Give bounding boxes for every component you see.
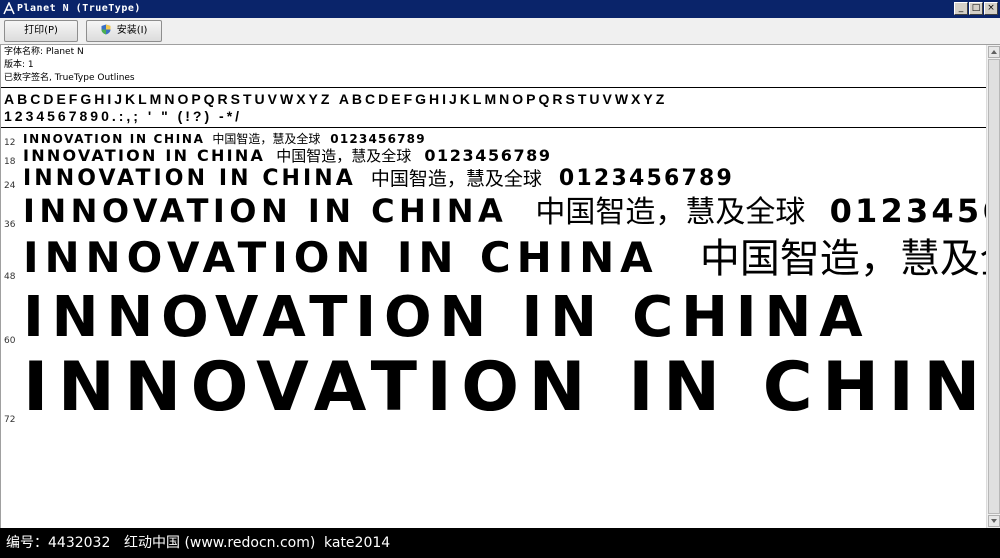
sample-english-72: INNOVATION IN CHINA [23,348,986,427]
sample-chinese-12: 中国智造，慧及全球 [212,132,321,146]
maximize-button[interactable]: □ [969,2,983,15]
window-title: Planet N (TrueType) [17,3,141,14]
vertical-scrollbar[interactable] [986,45,1000,528]
minimize-button[interactable]: _ [954,2,968,15]
print-button[interactable]: 打印(P) [4,20,78,42]
sample-english-48: INNOVATION IN CHINA [23,233,659,282]
sample-numbers-12: 0123456789 [330,132,426,146]
sample-chinese-36: 中国智造，慧及全球 [535,195,806,230]
sample-numbers-36: 0123456789 [829,192,986,230]
scroll-up-arrow-icon[interactable] [988,46,1000,58]
sample-english-36: INNOVATION IN CHINA [23,192,508,230]
close-button[interactable]: × [984,2,998,15]
font-name-text: 字体名称: Planet N [4,47,84,57]
watermark-bar: 编号：4432032 红动中国 (www.redocn.com) kate201… [0,528,1000,558]
font-file-icon [3,2,15,15]
sample-row-48: INNOVATION IN CHINA 中国智造，慧及全球 [23,233,986,284]
watermark-author: kate2014 [324,535,391,551]
size-label-60: 60 [4,336,16,346]
size-label-12: 12 [4,138,16,148]
font-viewer-window: Planet N (TrueType) _ □ × 打印(P) 安装(I) 字体… [0,0,1000,528]
shield-icon [101,24,111,35]
scroll-thumb[interactable] [988,59,1000,514]
version-text: 版本: 1 [4,60,34,70]
install-button-label: 安装(I) [116,25,148,36]
size-label-18: 18 [4,157,16,167]
divider-top [1,87,986,88]
charset-line-1: ABCDEFGHIJKLMNOPQRSTUVWXYZ ABCDEFGHIJKLM… [4,91,668,107]
size-label-36: 36 [4,220,16,230]
title-bar: Planet N (TrueType) _ □ × [0,0,1000,18]
sample-numbers-24: 0123456789 [558,166,734,191]
watermark-site: 红动中国 (www.redocn.com) [124,535,316,551]
signature-text: 已数字签名, TrueType Outlines [4,73,135,83]
charset-line-2: 1234567890.:,; ' " (!?) -*/ [4,108,243,124]
scroll-down-arrow-icon[interactable] [988,515,1000,527]
sample-english-60: INNOVATION IN CHINA [23,285,871,350]
size-label-24: 24 [4,181,16,191]
sample-row-72: INNOVATION IN CHINA [23,350,986,426]
toolbar: 打印(P) 安装(I) [0,18,1000,45]
sample-chinese-18: 中国智造，慧及全球 [276,147,412,165]
size-label-72: 72 [4,415,16,425]
watermark-id: 编号：4432032 [6,535,111,551]
font-preview-area: 字体名称: Planet N 版本: 1 已数字签名, TrueType Out… [0,45,986,528]
sample-row-24: INNOVATION IN CHINA 中国智造，慧及全球 0123456789 [23,167,734,191]
sample-english-12: INNOVATION IN CHINA [23,132,205,146]
size-label-48: 48 [4,272,16,282]
sample-row-60: INNOVATION IN CHINA [23,287,870,349]
divider-bottom [1,127,986,128]
install-button[interactable]: 安装(I) [86,20,162,42]
sample-row-36: INNOVATION IN CHINA 中国智造，慧及全球 0123456789 [23,192,986,232]
sample-numbers-18: 0123456789 [424,146,552,165]
sample-english-24: INNOVATION IN CHINA [23,166,356,191]
sample-row-18: INNOVATION IN CHINA 中国智造，慧及全球 0123456789 [23,146,552,166]
print-button-label: 打印(P) [24,25,58,36]
sample-row-12: INNOVATION IN CHINA 中国智造，慧及全球 0123456789 [23,132,426,146]
sample-chinese-24: 中国智造，慧及全球 [370,168,542,190]
sample-english-18: INNOVATION IN CHINA [23,146,266,165]
sample-chinese-48: 中国智造，慧及全球 [699,236,986,282]
